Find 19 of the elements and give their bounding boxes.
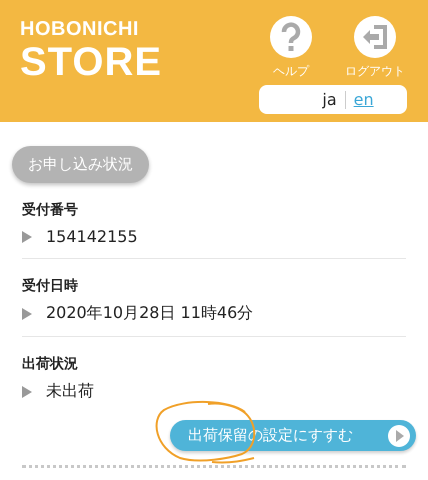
help-icon xyxy=(269,15,313,59)
logo-text: STORE xyxy=(20,40,162,84)
triangle-icon xyxy=(22,386,32,398)
triangle-icon xyxy=(22,230,32,242)
field-value: 154142155 xyxy=(46,227,138,246)
logout-icon xyxy=(353,15,397,59)
logo-text: HOBONICHI xyxy=(20,18,140,40)
language-link[interactable]: en xyxy=(354,90,374,109)
triangle-icon xyxy=(22,308,32,320)
field-label: 受付日時 xyxy=(22,277,79,295)
play-icon xyxy=(388,424,410,446)
field-label: 受付番号 xyxy=(22,201,79,219)
field-value: 2020年10月28日 11時46分 xyxy=(46,303,254,324)
field-value: 未出荷 xyxy=(46,381,94,402)
section-badge: お申し込み状況 xyxy=(12,146,149,183)
logout-button[interactable]: ログアウト xyxy=(342,15,408,80)
field-label: 出荷状況 xyxy=(22,355,79,373)
language-link[interactable]: ja xyxy=(322,90,337,109)
help-button[interactable]: ヘルプ xyxy=(258,15,324,80)
